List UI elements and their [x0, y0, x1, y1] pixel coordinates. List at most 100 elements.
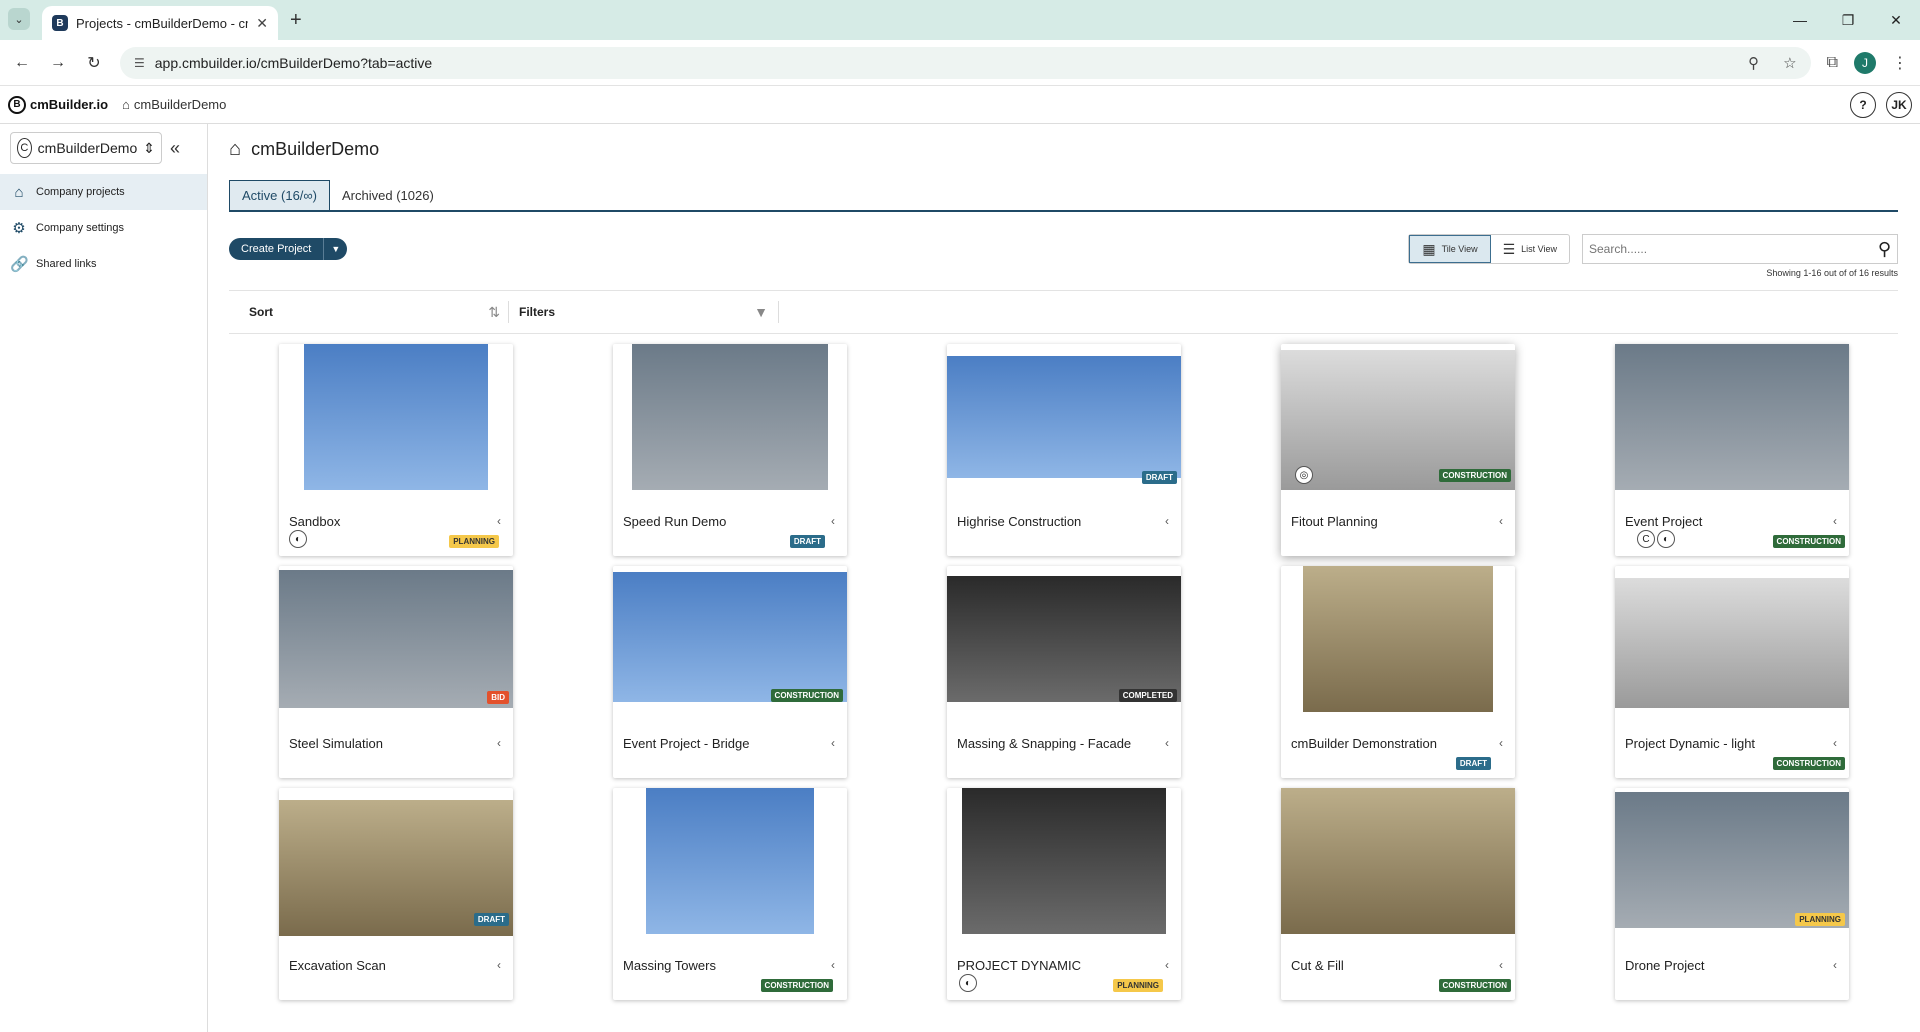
tab-archived[interactable]: Archived (1026)	[330, 180, 446, 210]
reload-icon[interactable]: ↻	[84, 53, 104, 73]
search-box: ⚲	[1582, 234, 1898, 264]
help-button[interactable]: ?	[1850, 91, 1876, 118]
project-card[interactable]: COMPLETED Massing & Snapping - Facade ‹	[947, 566, 1181, 778]
chevron-left-icon[interactable]: ‹	[1833, 958, 1837, 972]
tab-title: Projects - cmBuilderDemo - cm	[76, 15, 249, 31]
tab-active[interactable]: Active (16/∞)	[229, 180, 331, 210]
project-card[interactable]: CONSTRUCTION Massing Towers ‹	[613, 788, 847, 1000]
project-card[interactable]: DRAFT cmBuilder Demonstration ‹	[1281, 566, 1515, 778]
project-name: Highrise Construction	[957, 514, 1082, 529]
tile-view-label: Tile View	[1441, 244, 1478, 254]
chevron-left-icon[interactable]: ‹	[497, 958, 501, 972]
project-tabs: Active (16/∞) Archived (1026)	[229, 180, 1898, 212]
project-card[interactable]: BID Steel Simulation ‹	[279, 566, 513, 778]
user-avatar[interactable]: JK	[1886, 91, 1912, 118]
project-card[interactable]: ◐ PLANNING PROJECT DYNAMIC ‹	[947, 788, 1181, 1000]
page-title: ⌂ cmBuilderDemo	[229, 136, 1898, 162]
grid-icon: ▦	[1422, 240, 1436, 257]
chevron-left-icon[interactable]: ‹	[497, 736, 501, 750]
project-thumbnail	[1615, 344, 1849, 490]
project-thumbnail	[947, 576, 1181, 702]
restore-icon[interactable]: ❐	[1824, 0, 1872, 40]
chevron-left-icon[interactable]: ‹	[1499, 736, 1503, 750]
project-card[interactable]: CONSTRUCTION Project Dynamic - light ‹	[1615, 566, 1849, 778]
chevron-left-icon[interactable]: ‹	[1833, 514, 1837, 528]
project-card[interactable]: DRAFT Highrise Construction ‹	[947, 344, 1181, 556]
project-card[interactable]: DRAFT Speed Run Demo ‹	[613, 344, 847, 556]
chevron-left-icon[interactable]: ‹	[831, 958, 835, 972]
project-card[interactable]: CONSTRUCTION Event Project - Bridge ‹	[613, 566, 847, 778]
project-card[interactable]: PLANNING Drone Project ‹	[1615, 788, 1849, 1000]
tile-view-button[interactable]: ▦ Tile View	[1409, 235, 1491, 263]
new-tab-icon[interactable]: +	[290, 9, 302, 32]
chevron-left-icon[interactable]: ‹	[1833, 736, 1837, 750]
collapse-sidebar-icon[interactable]: «	[170, 138, 180, 159]
site-info-icon[interactable]: ☰	[134, 56, 145, 70]
back-icon[interactable]: ←	[12, 54, 32, 72]
project-card[interactable]: ◐ PLANNING Sandbox ‹	[279, 344, 513, 556]
sidebar-item-company-settings[interactable]: ⚙ Company settings	[0, 210, 207, 246]
close-window-icon[interactable]: ✕	[1872, 0, 1920, 40]
url-text[interactable]: app.cmbuilder.io/cmBuilderDemo?tab=activ…	[155, 55, 1724, 71]
forward-icon[interactable]: →	[48, 54, 68, 72]
project-thumbnail	[1281, 788, 1515, 934]
close-tab-icon[interactable]: ✕	[256, 15, 268, 32]
project-thumbnail	[962, 788, 1166, 934]
sidebar: C cmBuilderDemo ⇕ « ⌂ Company projects ⚙…	[0, 124, 208, 1032]
browser-tab[interactable]: B Projects - cmBuilderDemo - cm ✕	[42, 6, 278, 40]
create-project-dropdown-icon[interactable]: ▼	[323, 238, 348, 260]
filter-control[interactable]: Filters ▼	[509, 301, 779, 323]
profile-avatar[interactable]: J	[1854, 51, 1876, 74]
chevron-left-icon[interactable]: ‹	[831, 514, 835, 528]
project-card[interactable]: C ◐ CONSTRUCTION Event Project ‹	[1615, 344, 1849, 556]
status-badge: DRAFT	[1141, 471, 1177, 484]
zoom-icon[interactable]: ⚲	[1748, 54, 1759, 72]
extensions-icon[interactable]: ⧉	[1827, 54, 1838, 72]
chevron-left-icon[interactable]: ‹	[831, 736, 835, 750]
chevron-left-icon[interactable]: ‹	[1165, 736, 1169, 750]
chevron-left-icon[interactable]: ‹	[1499, 514, 1503, 528]
sort-label: Sort	[249, 305, 273, 319]
breadcrumb[interactable]: ⌂ cmBuilderDemo	[122, 97, 226, 112]
breadcrumb-company: cmBuilderDemo	[133, 97, 227, 112]
status-badge: DRAFT	[789, 535, 825, 548]
logo-text: cmBuilder.io	[30, 97, 109, 112]
search-icon[interactable]: ⚲	[1878, 239, 1891, 260]
scan-badge-icon: ◐	[1657, 530, 1675, 548]
status-badge: BID	[487, 691, 509, 704]
project-card[interactable]: ◎ CONSTRUCTION Fitout Planning ‹	[1281, 344, 1515, 556]
scan-badge-icon: ◐	[289, 530, 307, 548]
filters-label: Filters	[519, 305, 556, 319]
browser-tabbar: ⌄ B Projects - cmBuilderDemo - cm ✕ + — …	[0, 0, 1920, 40]
company-select[interactable]: C cmBuilderDemo ⇕	[10, 132, 162, 164]
sidebar-item-shared-links[interactable]: 🔗 Shared links	[0, 246, 207, 282]
search-input[interactable]	[1589, 242, 1878, 256]
app-logo[interactable]: B cmBuilder.io	[8, 95, 109, 114]
list-icon: ☰	[1502, 240, 1516, 257]
project-card[interactable]: CONSTRUCTION Cut & Fill ‹	[1281, 788, 1515, 1000]
project-card[interactable]: DRAFT Excavation Scan ‹	[279, 788, 513, 1000]
create-project-button[interactable]: Create Project	[229, 238, 324, 260]
project-thumbnail	[1615, 578, 1849, 708]
browser-menu-icon[interactable]: ⋮	[1892, 53, 1908, 73]
chevron-left-icon[interactable]: ‹	[497, 514, 501, 528]
status-badge: PLANNING	[1795, 913, 1845, 926]
chevron-left-icon[interactable]: ‹	[1499, 958, 1503, 972]
chevron-left-icon[interactable]: ‹	[1165, 958, 1169, 972]
tab-search-icon[interactable]: ⌄	[8, 8, 30, 30]
project-name: Speed Run Demo	[623, 514, 727, 529]
project-name: Drone Project	[1625, 958, 1705, 973]
address-bar: ← → ↻ ☰ app.cmbuilder.io/cmBuilderDemo?t…	[0, 40, 1920, 86]
status-badge: PLANNING	[449, 535, 499, 548]
project-thumbnail	[646, 788, 814, 934]
chevron-left-icon[interactable]: ‹	[1165, 514, 1169, 528]
sidebar-item-company-projects[interactable]: ⌂ Company projects	[0, 174, 207, 210]
app-header: B cmBuilder.io ⌂ cmBuilderDemo ? JK	[0, 86, 1920, 124]
home-icon: ⌂	[14, 183, 24, 201]
status-badge: CONSTRUCTION	[760, 979, 833, 992]
list-view-button[interactable]: ☰ List View	[1491, 235, 1569, 263]
minimize-icon[interactable]: —	[1776, 0, 1824, 40]
bookmark-star-icon[interactable]: ☆	[1783, 54, 1796, 72]
url-field[interactable]: ☰ app.cmbuilder.io/cmBuilderDemo?tab=act…	[120, 46, 1811, 79]
sort-control[interactable]: Sort ⇅	[229, 301, 509, 323]
